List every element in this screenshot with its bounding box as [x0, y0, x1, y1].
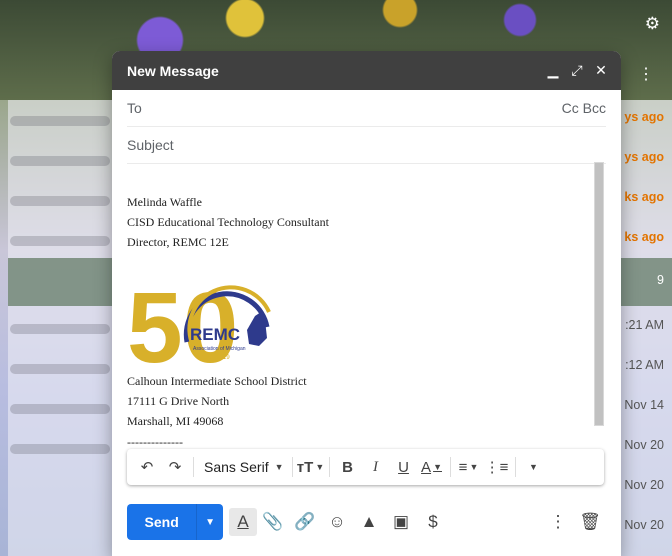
discard-trash-icon[interactable]: 🗑	[574, 506, 606, 538]
compose-header[interactable]: New Message ▁ ⤢ ✕	[112, 51, 621, 90]
more-options-icon[interactable]: ⋮	[638, 64, 654, 84]
to-label: To	[127, 100, 142, 116]
list-item[interactable]	[10, 364, 110, 374]
settings-gear-icon[interactable]: ⚙	[645, 14, 660, 34]
signature-role: CISD Educational Technology Consultant	[127, 215, 329, 229]
underline-icon[interactable]: U	[390, 453, 418, 481]
list-item-time: Nov 14	[624, 398, 664, 412]
subject-placeholder: Subject	[127, 137, 174, 153]
remc-50-logo: 50 REMC Association of Michigan 1969-201…	[127, 272, 271, 372]
subject-field[interactable]: Subject	[127, 127, 606, 164]
scrollbar[interactable]	[594, 162, 604, 426]
chevron-down-icon: ▼	[274, 462, 284, 472]
compose-bottom-bar: Send ▼ A 📎 🔗 ☺ ▲ ▣ $ ⋮ 🗑	[127, 504, 606, 540]
list-item-time: 9	[657, 273, 664, 287]
divider	[328, 457, 330, 477]
signature-director: Director, REMC 12E	[127, 235, 229, 249]
bold-icon[interactable]: B	[334, 453, 362, 481]
list-item-time: ks ago	[624, 230, 664, 244]
list-item[interactable]	[10, 324, 110, 334]
more-options-icon[interactable]: ⋮	[542, 506, 574, 538]
send-options-chevron-icon[interactable]: ▼	[196, 504, 223, 540]
insert-photo-icon[interactable]: ▣	[385, 506, 417, 538]
logo-text: REMC	[190, 325, 240, 344]
undo-icon[interactable]: ↶	[133, 453, 161, 481]
divider	[193, 457, 194, 477]
compose-title: New Message	[127, 62, 219, 79]
italic-icon[interactable]: I	[362, 453, 390, 481]
list-item-time: ys ago	[624, 150, 664, 164]
list-item[interactable]	[10, 116, 110, 126]
signature-city: Marshall, MI 49068	[127, 414, 224, 428]
font-size-icon[interactable]: ᴛT ▼	[297, 453, 325, 481]
list-item-time: Nov 20	[624, 518, 664, 532]
redo-icon[interactable]: ↷	[161, 453, 189, 481]
signature-org: Calhoun Intermediate School District	[127, 374, 307, 388]
cc-bcc-link[interactable]: Cc Bcc	[562, 100, 606, 116]
font-select[interactable]: Sans Serif ▼	[204, 459, 284, 475]
divider	[514, 457, 516, 477]
fullscreen-icon[interactable]: ⤢	[565, 62, 589, 79]
formatting-toolbar: ↶ ↷ Sans Serif ▼ ᴛT ▼ B I U A ▼ ≡ ▼ ⋮≡ ▼	[127, 449, 604, 485]
list-item[interactable]	[10, 196, 110, 206]
list-item[interactable]	[10, 444, 110, 454]
divider	[449, 457, 451, 477]
list-item[interactable]	[10, 156, 110, 166]
align-icon[interactable]: ≡ ▼	[455, 453, 483, 481]
to-field[interactable]: To Cc Bcc	[127, 90, 606, 127]
send-button[interactable]: Send ▼	[127, 504, 223, 540]
list-item-time: :12 AM	[625, 358, 664, 372]
signature-name: Melinda Waffle	[127, 195, 202, 209]
compose-window: New Message ▁ ⤢ ✕ To Cc Bcc Subject Meli…	[112, 51, 621, 556]
numbered-list-icon[interactable]: ⋮≡	[483, 453, 511, 481]
font-select-value: Sans Serif	[204, 459, 269, 475]
list-item-time: ys ago	[624, 110, 664, 124]
list-item-time: ks ago	[624, 190, 664, 204]
more-formatting-icon[interactable]: ▼	[520, 453, 548, 481]
logo-subtext: Association of Michigan	[193, 346, 246, 352]
text-color-icon[interactable]: A ▼	[418, 453, 446, 481]
close-icon[interactable]: ✕	[589, 62, 613, 79]
formatting-options-icon[interactable]: A	[229, 508, 257, 536]
signature-street: 17111 G Drive North	[127, 394, 230, 408]
google-drive-icon[interactable]: ▲	[353, 506, 385, 538]
list-item-time: :21 AM	[625, 318, 664, 332]
minimize-icon[interactable]: ▁	[541, 62, 565, 79]
emoji-icon[interactable]: ☺	[321, 506, 353, 538]
divider	[291, 457, 293, 477]
list-item[interactable]	[10, 404, 110, 414]
logo-years: 1969-2019	[201, 355, 230, 361]
insert-link-icon[interactable]: 🔗	[289, 506, 321, 538]
money-icon[interactable]: $	[417, 506, 449, 538]
list-item-time: Nov 20	[624, 438, 664, 452]
signature-separator: --------------	[127, 435, 183, 449]
attach-file-icon[interactable]: 📎	[257, 506, 289, 538]
list-item[interactable]	[10, 236, 110, 246]
send-label: Send	[144, 514, 179, 530]
list-item-time: Nov 20	[624, 478, 664, 492]
message-body[interactable]: Melinda Waffle CISD Educational Technolo…	[127, 162, 606, 492]
